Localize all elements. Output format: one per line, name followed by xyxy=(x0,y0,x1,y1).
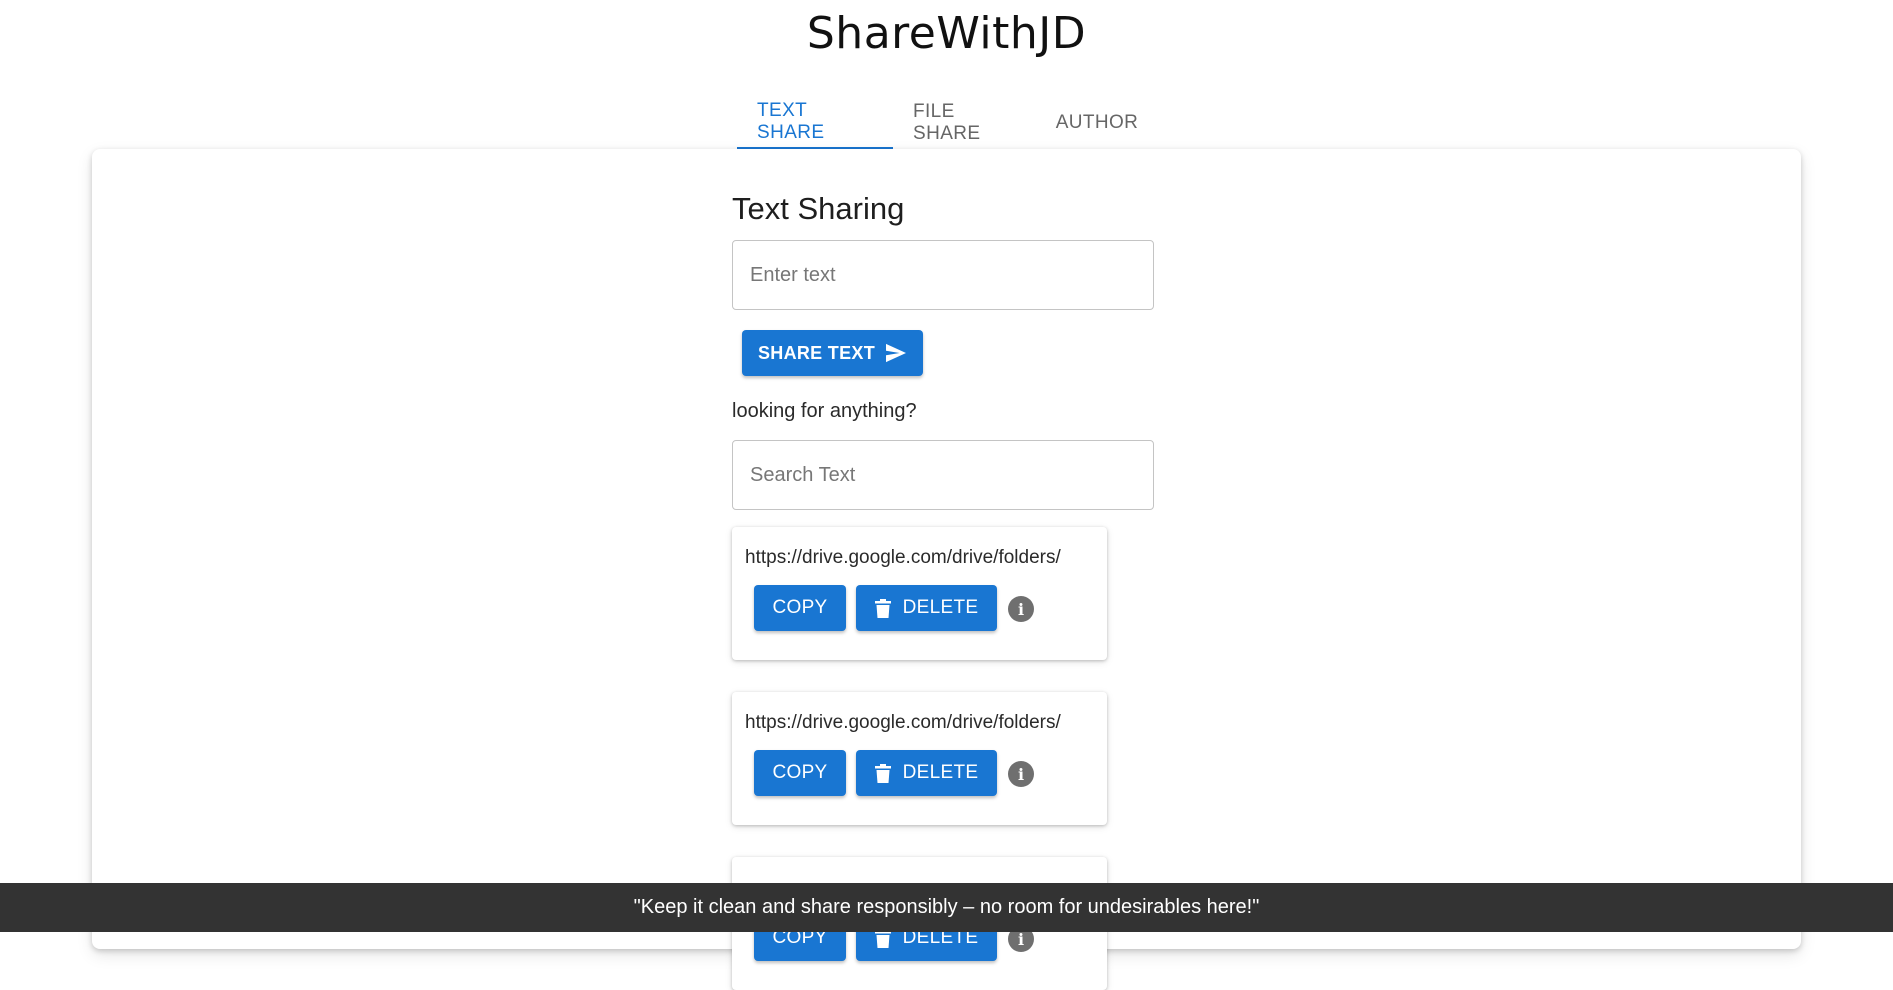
delete-label: DELETE xyxy=(902,597,979,618)
footer-banner: "Keep it clean and share responsibly – n… xyxy=(0,883,1893,932)
search-input[interactable] xyxy=(733,441,1153,509)
trash-icon xyxy=(874,763,891,783)
share-text-label: SHARE TEXT xyxy=(757,342,875,363)
app-title: ShareWithJD xyxy=(806,8,1087,59)
text-input[interactable] xyxy=(733,241,1153,309)
footer-text: "Keep it clean and share responsibly – n… xyxy=(633,896,1260,918)
copy-button[interactable]: COPY xyxy=(754,750,846,796)
trash-icon xyxy=(874,598,891,618)
copy-button[interactable]: COPY xyxy=(754,585,846,631)
shared-text-card: https://drive.google.com/drive/folders/ … xyxy=(732,527,1107,660)
info-icon[interactable]: i xyxy=(1008,596,1034,622)
tab-bar: TEXT SHARE FILE SHARE AUTHOR xyxy=(737,96,1156,149)
search-prompt: looking for anything? xyxy=(732,400,917,422)
shared-text-card: https://drive.google.com/drive/folders/ … xyxy=(732,692,1107,825)
shared-text: https://drive.google.com/drive/folders/ xyxy=(745,712,1061,733)
shared-text: https://drive.google.com/drive/folders/ xyxy=(745,547,1061,568)
delete-label: DELETE xyxy=(902,762,979,783)
info-icon[interactable]: i xyxy=(1008,761,1034,787)
share-text-button[interactable]: SHARE TEXT xyxy=(742,330,923,376)
tab-text-share[interactable]: TEXT SHARE xyxy=(737,96,893,149)
delete-button[interactable]: DELETE xyxy=(856,750,997,796)
section-heading: Text Sharing xyxy=(732,191,905,226)
send-icon xyxy=(886,343,906,363)
delete-button[interactable]: DELETE xyxy=(856,585,997,631)
tab-author[interactable]: AUTHOR xyxy=(1038,96,1156,149)
tab-file-share[interactable]: FILE SHARE xyxy=(893,96,1038,149)
search-field xyxy=(732,440,1154,510)
text-input-field xyxy=(732,240,1154,310)
main-panel: Text Sharing SHARE TEXT looking for anyt… xyxy=(92,149,1801,990)
